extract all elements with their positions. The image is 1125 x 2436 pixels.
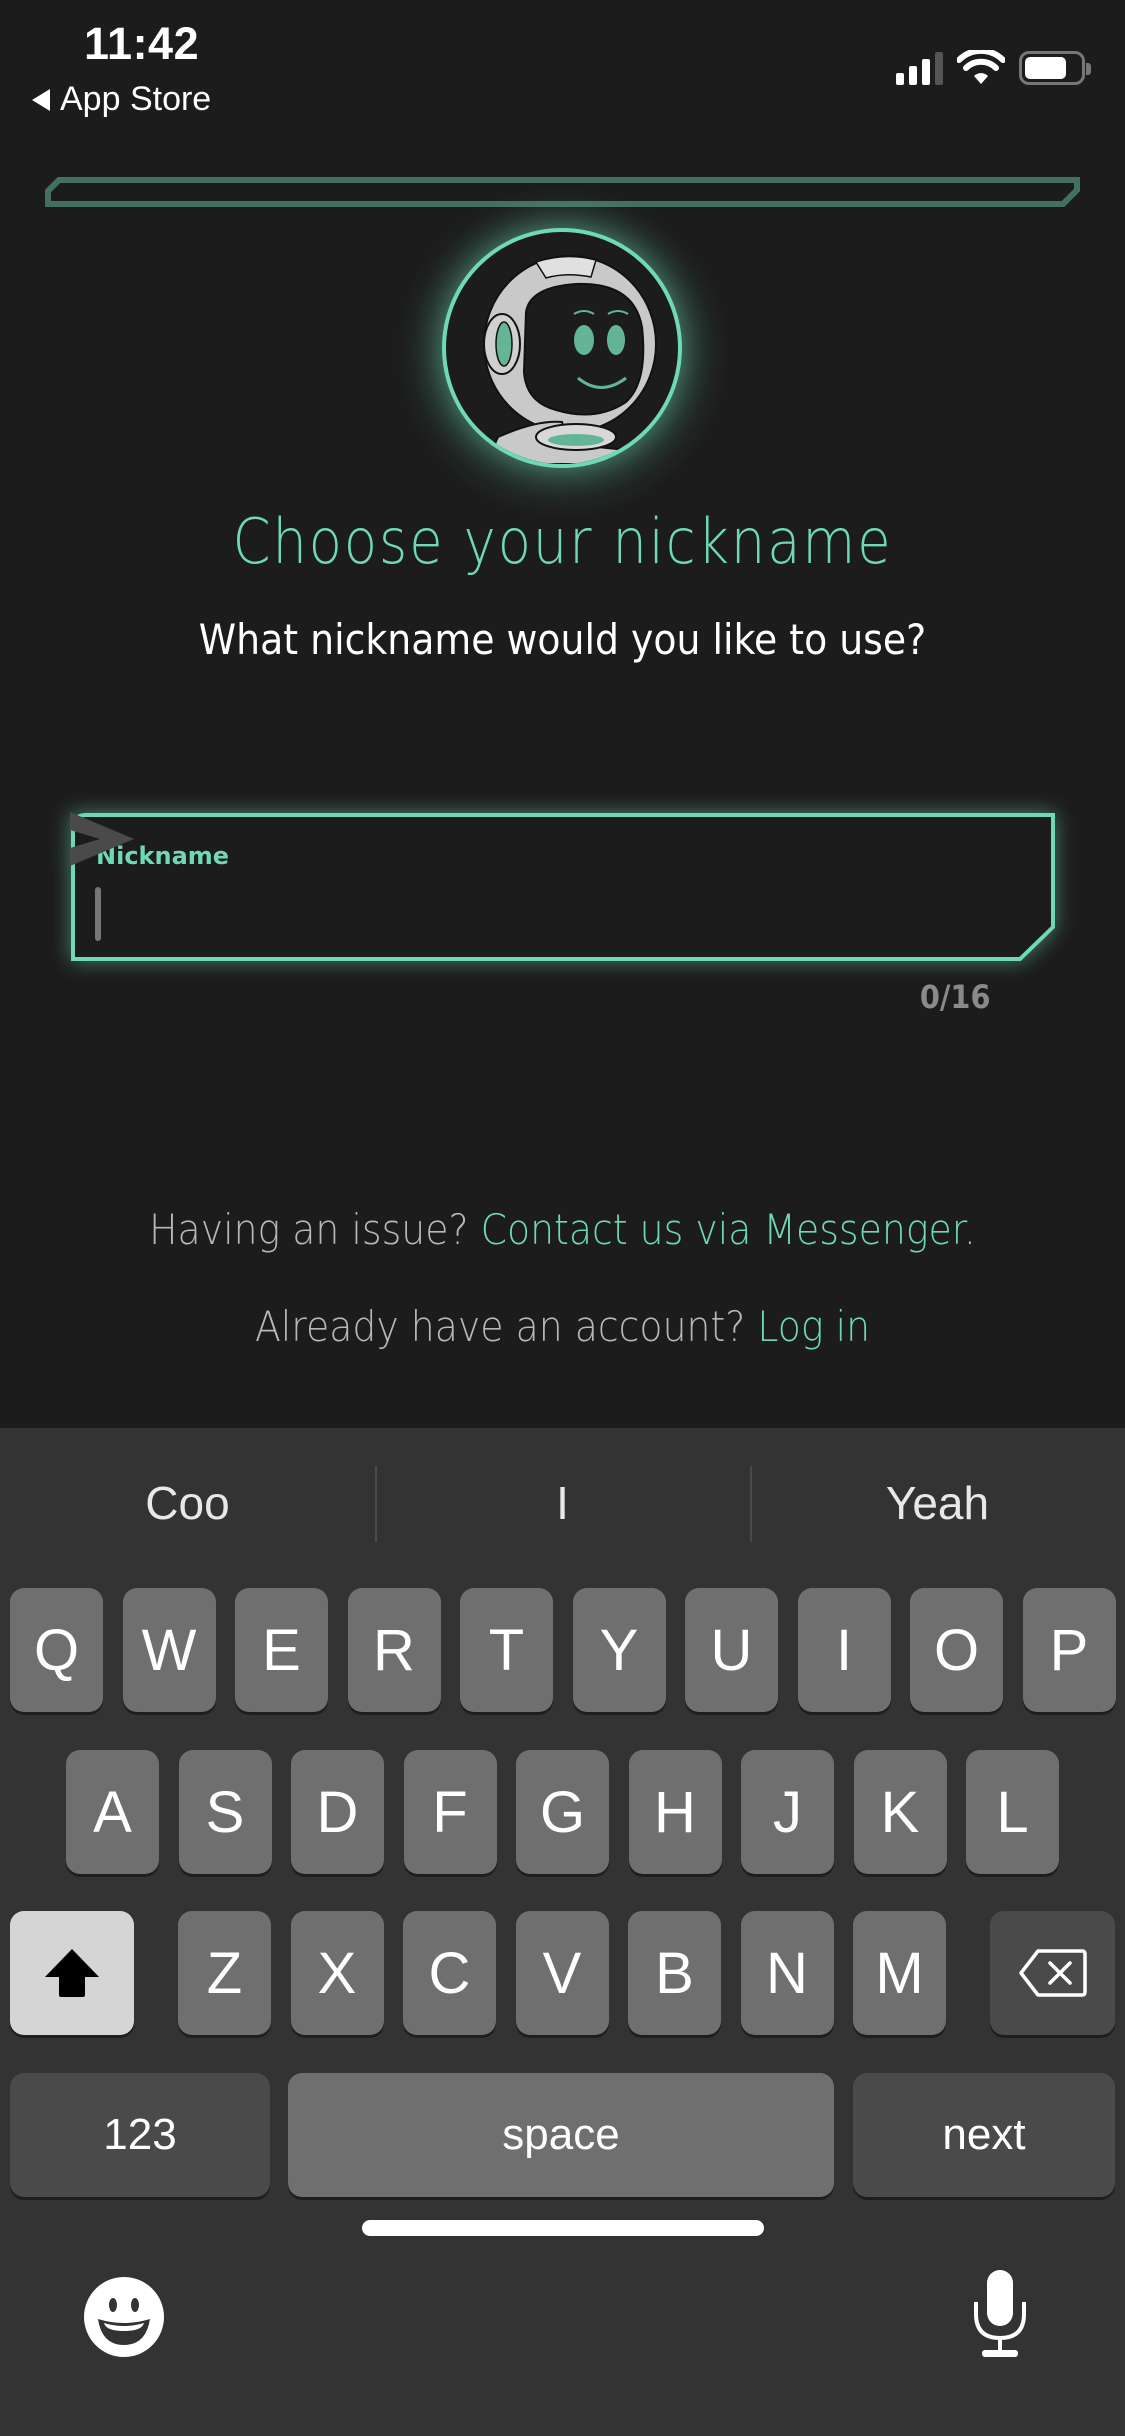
back-label: App Store <box>60 80 212 118</box>
numbers-key[interactable]: 123 <box>10 2073 270 2197</box>
login-link[interactable]: Log in <box>757 1302 870 1351</box>
microphone-icon[interactable] <box>970 2268 1030 2360</box>
key-i[interactable]: I <box>797 1588 891 1712</box>
backspace-icon <box>1018 1949 1087 1997</box>
key-v[interactable]: V <box>515 1911 609 2035</box>
page-title: Choose your nickname <box>232 505 893 578</box>
signal-bar <box>922 59 930 85</box>
suggestion-item[interactable]: Coo <box>0 1428 375 1578</box>
emoji-icon[interactable] <box>82 2275 166 2359</box>
key-r[interactable]: R <box>347 1588 441 1712</box>
key-t[interactable]: T <box>460 1588 553 1712</box>
suggestion-item[interactable]: I <box>375 1428 750 1578</box>
backspace-key[interactable] <box>990 1911 1115 2035</box>
key-z[interactable]: Z <box>178 1911 271 2035</box>
key-h[interactable]: H <box>628 1750 722 1874</box>
astronaut-icon <box>483 255 662 464</box>
key-m[interactable]: M <box>853 1911 946 2035</box>
astronaut-avatar <box>442 228 682 468</box>
key-f[interactable]: F <box>403 1750 497 1874</box>
status-icons <box>896 50 1091 86</box>
battery-icon <box>1019 51 1091 85</box>
page-subtitle: What nickname would you like to use? <box>198 615 927 664</box>
key-e[interactable]: E <box>235 1588 328 1712</box>
signal-bar <box>935 52 943 85</box>
account-text: Already have an account? <box>254 1302 758 1351</box>
signal-bar <box>896 73 904 85</box>
key-x[interactable]: X <box>290 1911 384 2035</box>
shift-icon <box>45 1949 99 1997</box>
key-g[interactable]: G <box>516 1750 609 1874</box>
help-line: Having an issue? Contact us via Messenge… <box>56 1205 1069 1254</box>
key-o[interactable]: O <box>910 1588 1003 1712</box>
nickname-input-container[interactable]: Nickname <box>70 812 1056 964</box>
key-l[interactable]: L <box>966 1750 1059 1874</box>
key-q[interactable]: Q <box>10 1588 103 1712</box>
key-k[interactable]: K <box>853 1750 947 1874</box>
wifi-icon <box>957 50 1005 84</box>
character-counter: 0/16 <box>919 978 990 1016</box>
key-j[interactable]: J <box>741 1750 834 1874</box>
suggestion-bar: Coo I Yeah <box>0 1428 1125 1578</box>
contact-messenger-link[interactable]: Contact us via Messenger. <box>481 1205 976 1254</box>
key-a[interactable]: A <box>66 1750 159 1874</box>
suggestion-item[interactable]: Yeah <box>750 1428 1125 1578</box>
keyboard: Coo I Yeah QWERTYUIOPASDFGHJKLZXCVBNM 12… <box>0 1428 1125 2436</box>
home-indicator[interactable] <box>362 2220 764 2236</box>
back-to-app-store[interactable]: App Store <box>32 80 211 119</box>
shift-key[interactable] <box>10 1911 134 2035</box>
signal-bar <box>909 66 917 85</box>
battery-level <box>1025 57 1066 79</box>
key-u[interactable]: U <box>685 1588 778 1712</box>
key-w[interactable]: W <box>122 1588 216 1712</box>
space-key[interactable]: space <box>288 2073 834 2197</box>
key-d[interactable]: D <box>291 1750 384 1874</box>
login-line: Already have an account? Log in <box>56 1302 1069 1351</box>
key-p[interactable]: P <box>1022 1588 1116 1712</box>
key-n[interactable]: N <box>740 1911 834 2035</box>
key-s[interactable]: S <box>178 1750 272 1874</box>
key-c[interactable]: C <box>403 1911 496 2035</box>
back-arrow-icon <box>32 88 50 111</box>
key-y[interactable]: Y <box>572 1588 666 1712</box>
key-b[interactable]: B <box>628 1911 721 2035</box>
status-time: 11:42 <box>84 18 200 69</box>
next-key[interactable]: next <box>853 2073 1115 2197</box>
nickname-input[interactable] <box>92 880 932 942</box>
send-icon[interactable] <box>70 812 134 866</box>
signal-icon <box>896 51 943 85</box>
issue-text: Having an issue? <box>149 1205 481 1254</box>
